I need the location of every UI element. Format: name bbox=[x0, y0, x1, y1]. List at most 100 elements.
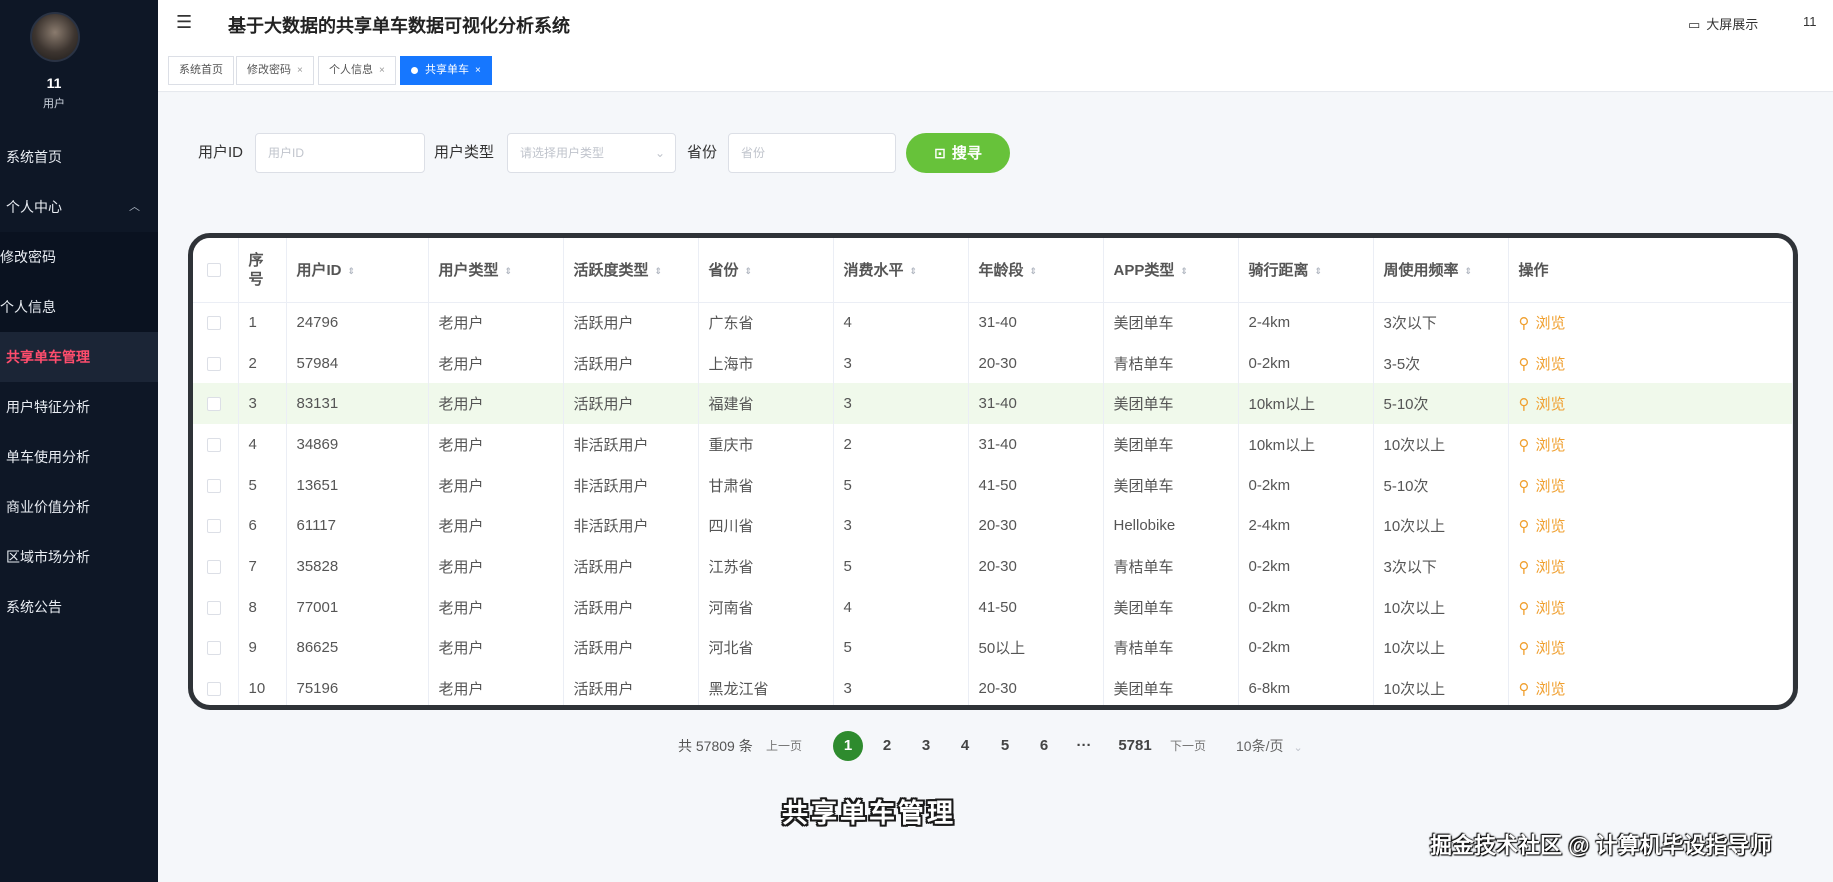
sort-icon[interactable]: ⇕ bbox=[1465, 266, 1473, 276]
tab-shared-bike[interactable]: 共享单车 × bbox=[400, 56, 492, 85]
table-row[interactable]: 2 57984 老用户 活跃用户 上海市 3 20-30 青桔单车 0-2km 3-5次 ⚲ 浏览 bbox=[193, 342, 1793, 384]
row-checkbox[interactable] bbox=[207, 356, 221, 371]
sidebar-item-bike-usage-analysis[interactable]: 单车使用分析 bbox=[0, 432, 158, 482]
table-cell: 4 bbox=[833, 586, 969, 628]
view-button[interactable]: ⚲ 浏览 bbox=[1519, 437, 1566, 454]
sort-icon[interactable]: ⇕ bbox=[1315, 266, 1323, 276]
table-row[interactable]: 6 61117 老用户 非活跃用户 四川省 3 20-30 Hellobike 2-4km 10次… bbox=[193, 505, 1793, 547]
table-cell: 6 bbox=[238, 505, 287, 547]
table-cell: 0-2km bbox=[1238, 546, 1374, 587]
sidebar-item-personal-info[interactable]: 个人信息 bbox=[0, 282, 158, 332]
user-id-input[interactable] bbox=[255, 133, 425, 173]
menu-toggle-icon[interactable]: ☰ bbox=[176, 12, 192, 33]
avatar[interactable] bbox=[30, 12, 80, 62]
sidebar-item-personal-center[interactable]: 个人中心 ︿ bbox=[0, 182, 158, 232]
sidebar-item-business-value-analysis[interactable]: 商业价值分析 bbox=[0, 482, 158, 532]
view-button[interactable]: ⚲ 浏览 bbox=[1519, 518, 1566, 535]
row-checkbox[interactable] bbox=[207, 600, 221, 615]
column-header-ride-distance[interactable]: 骑行距离 ⇕ bbox=[1238, 238, 1374, 303]
view-button[interactable]: ⚲ 浏览 bbox=[1519, 559, 1566, 576]
sort-icon[interactable]: ⇕ bbox=[655, 266, 663, 276]
sidebar-item-change-password[interactable]: 修改密码 bbox=[0, 232, 158, 282]
row-checkbox[interactable] bbox=[207, 397, 221, 412]
page-button[interactable]: 5 bbox=[990, 731, 1020, 761]
view-button[interactable]: ⚲ 浏览 bbox=[1519, 478, 1566, 495]
row-actions-cell: ⚲ 浏览 bbox=[1508, 505, 1793, 547]
view-button[interactable]: ⚲ 浏览 bbox=[1519, 315, 1566, 332]
page-size-select[interactable]: 10条/页 ⌄ bbox=[1236, 731, 1303, 761]
select-all-checkbox[interactable] bbox=[207, 263, 221, 278]
close-icon[interactable]: × bbox=[297, 65, 303, 76]
tab-change-password[interactable]: 修改密码 × bbox=[236, 56, 314, 85]
header-user[interactable]: 11 bbox=[1803, 14, 1817, 29]
last-page-button[interactable]: 5781 bbox=[1110, 731, 1160, 761]
bigscreen-button[interactable]: ▭ 大屏展示 bbox=[1688, 14, 1758, 33]
view-button[interactable]: ⚲ 浏览 bbox=[1519, 681, 1566, 698]
sort-icon[interactable]: ⇕ bbox=[910, 266, 918, 276]
column-header-app-type[interactable]: APP类型 ⇕ bbox=[1103, 238, 1239, 303]
table-cell: 青桔单车 bbox=[1103, 342, 1239, 384]
page-button[interactable]: 1 bbox=[833, 731, 863, 761]
sidebar-item-label: 单车使用分析 bbox=[6, 449, 90, 465]
sort-icon[interactable]: ⇕ bbox=[348, 266, 356, 276]
table-cell: 50以上 bbox=[968, 627, 1104, 669]
column-header-province[interactable]: 省份 ⇕ bbox=[698, 238, 834, 303]
page-button[interactable]: 4 bbox=[950, 731, 980, 761]
province-input[interactable] bbox=[728, 133, 896, 173]
sidebar-item-bike-management[interactable]: 共享单车管理 bbox=[0, 332, 158, 382]
tab-home[interactable]: 系统首页 bbox=[168, 56, 234, 85]
row-checkbox[interactable] bbox=[207, 478, 221, 493]
column-header-weekly-frequency[interactable]: 周使用频率 ⇕ bbox=[1373, 238, 1509, 303]
view-button[interactable]: ⚲ 浏览 bbox=[1519, 396, 1566, 413]
sidebar-item-system-notice[interactable]: 系统公告 bbox=[0, 582, 158, 632]
column-header-user-id[interactable]: 用户ID ⇕ bbox=[286, 238, 429, 303]
table-row[interactable]: 4 34869 老用户 非活跃用户 重庆市 2 31-40 美团单车 10km以上 10次以上 ⚲ 浏… bbox=[193, 424, 1793, 465]
sidebar-item-home[interactable]: 系统首页 bbox=[0, 132, 158, 182]
search-icon: ⚲ bbox=[1518, 477, 1530, 495]
tab-personal-info[interactable]: 个人信息 × bbox=[318, 56, 396, 85]
view-button[interactable]: ⚲ 浏览 bbox=[1519, 356, 1566, 373]
view-button[interactable]: ⚲ 浏览 bbox=[1519, 640, 1566, 657]
column-header-consumption[interactable]: 消费水平 ⇕ bbox=[833, 238, 969, 303]
row-checkbox[interactable] bbox=[207, 519, 221, 534]
table-cell: 1 bbox=[238, 302, 287, 343]
page-ellipsis[interactable]: ··· bbox=[1069, 731, 1099, 761]
table-row[interactable]: 9 86625 老用户 活跃用户 河北省 5 50以上 青桔单车 0-2km 10次以上 ⚲ 浏览 bbox=[193, 627, 1793, 669]
column-header-age-group[interactable]: 年龄段 ⇕ bbox=[968, 238, 1104, 303]
table-row[interactable]: 10 75196 老用户 活跃用户 黑龙江省 3 20-30 美团单车 6-8km 10次以上 ⚲ 浏… bbox=[193, 668, 1793, 705]
row-checkbox[interactable] bbox=[207, 316, 221, 331]
row-checkbox[interactable] bbox=[207, 560, 221, 574]
sidebar-item-user-feature-analysis[interactable]: 用户特征分析 bbox=[0, 382, 158, 432]
close-icon[interactable]: × bbox=[475, 65, 481, 76]
sort-icon[interactable]: ⇕ bbox=[1180, 266, 1188, 276]
table-cell: 老用户 bbox=[428, 302, 564, 343]
table-cell: 41-50 bbox=[968, 464, 1104, 506]
table-row[interactable]: 1 24796 老用户 活跃用户 广东省 4 31-40 美团单车 2-4km 3次以下 ⚲ 浏览 bbox=[193, 302, 1793, 343]
user-type-select[interactable]: 请选择用户类型 ⌄ bbox=[507, 133, 676, 173]
next-page-button[interactable]: 下一页 bbox=[1170, 731, 1206, 761]
table-row[interactable]: 7 35828 老用户 活跃用户 江苏省 5 20-30 青桔单车 0-2km 3次以下 ⚲ 浏览 bbox=[193, 546, 1793, 587]
column-header-user-type[interactable]: 用户类型 ⇕ bbox=[428, 238, 564, 303]
sidebar-item-regional-market-analysis[interactable]: 区域市场分析 bbox=[0, 532, 158, 582]
table-row[interactable]: 5 13651 老用户 非活跃用户 甘肃省 5 41-50 美团单车 0-2km 5-10次 ⚲ 浏览 bbox=[193, 464, 1793, 506]
sort-icon[interactable]: ⇕ bbox=[505, 266, 513, 276]
view-button[interactable]: ⚲ 浏览 bbox=[1519, 600, 1566, 617]
page-button[interactable]: 2 bbox=[872, 731, 902, 761]
page-button[interactable]: 3 bbox=[911, 731, 941, 761]
table-row[interactable]: 3 83131 老用户 活跃用户 福建省 3 31-40 美团单车 10km以上 5-10次 ⚲ 浏览 bbox=[193, 383, 1793, 425]
row-checkbox[interactable] bbox=[207, 437, 221, 452]
column-header-activity-type[interactable]: 活跃度类型 ⇕ bbox=[563, 238, 699, 303]
table-cell: 广东省 bbox=[698, 302, 834, 343]
row-checkbox[interactable] bbox=[207, 682, 221, 697]
sort-icon[interactable]: ⇕ bbox=[745, 266, 753, 276]
row-checkbox[interactable] bbox=[207, 641, 221, 656]
close-icon[interactable]: × bbox=[379, 65, 385, 76]
table-cell: 10次以上 bbox=[1373, 586, 1509, 628]
page-button[interactable]: 6 bbox=[1029, 731, 1059, 761]
search-button[interactable]: ⊡ 搜寻 bbox=[906, 133, 1010, 173]
prev-page-button[interactable]: 上一页 bbox=[766, 731, 802, 761]
table-cell: 41-50 bbox=[968, 586, 1104, 628]
row-actions-cell: ⚲ 浏览 bbox=[1508, 424, 1793, 465]
sort-icon[interactable]: ⇕ bbox=[1030, 266, 1038, 276]
table-row[interactable]: 8 77001 老用户 活跃用户 河南省 4 41-50 美团单车 0-2km 10次以上 ⚲ 浏览 bbox=[193, 586, 1793, 628]
